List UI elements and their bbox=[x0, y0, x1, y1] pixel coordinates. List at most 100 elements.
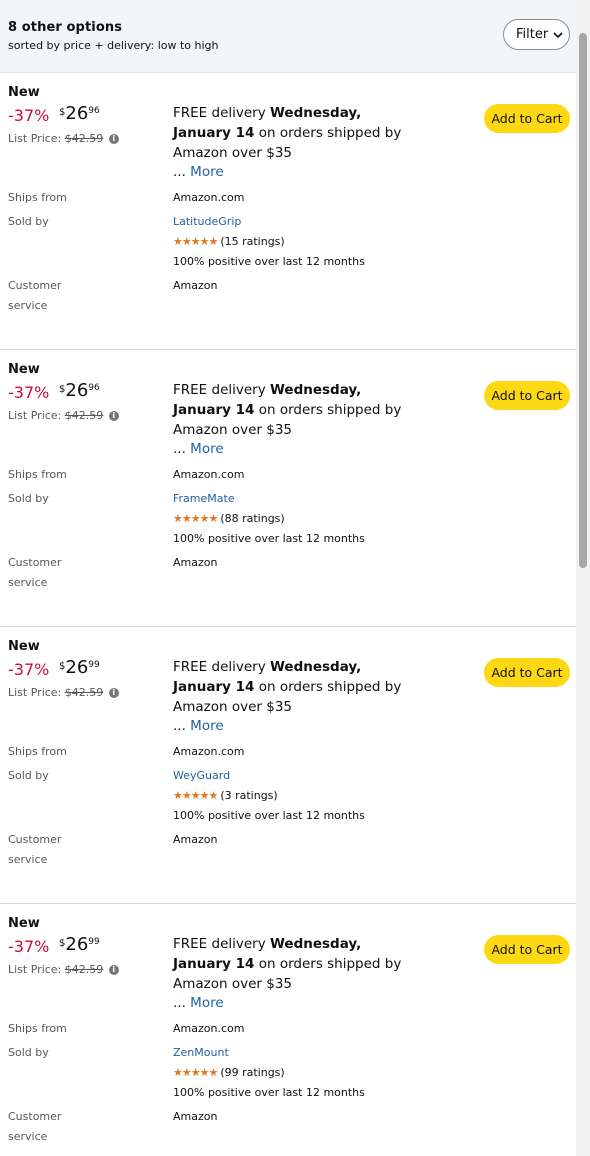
list-price-value: $42.59 bbox=[64, 409, 104, 422]
ships-from-label: Ships from bbox=[8, 468, 67, 481]
more-link[interactable]: More bbox=[190, 164, 223, 180]
list-price-value: $42.59 bbox=[64, 686, 104, 699]
seller-positive-feedback: 100% positive over last 12 months bbox=[173, 532, 365, 545]
discount-percent: -37% bbox=[8, 106, 50, 125]
more-link[interactable]: More bbox=[190, 441, 223, 457]
customer-service-value: Amazon bbox=[173, 556, 218, 569]
customer-service-label-line1: Customer bbox=[8, 556, 62, 569]
delivery-prefix: FREE delivery bbox=[173, 105, 270, 121]
more-prefix: ... bbox=[173, 718, 191, 734]
list-price-value: $42.59 bbox=[64, 132, 104, 145]
offer-condition: New bbox=[8, 916, 40, 931]
list-price: List Price: $42.59 i bbox=[8, 686, 119, 699]
scrollbar-thumb[interactable] bbox=[579, 33, 587, 568]
sold-by-label: Sold by bbox=[8, 215, 49, 228]
list-price: List Price: $42.59 i bbox=[8, 132, 119, 145]
list-price: List Price: $42.59 i bbox=[8, 963, 119, 976]
offers-header: 8 other options sorted by price + delive… bbox=[0, 0, 576, 73]
seller-rating[interactable]: ★★★★★ (3 ratings) bbox=[173, 789, 278, 802]
delivery-message: FREE delivery Wednesday, January 14 on o… bbox=[173, 380, 413, 440]
offer-price: $ 26 96 bbox=[59, 104, 100, 124]
customer-service-label-line2: service bbox=[8, 1130, 48, 1143]
price-whole: 26 bbox=[65, 657, 89, 678]
ships-from-label: Ships from bbox=[8, 1022, 67, 1035]
more-prefix: ... bbox=[173, 441, 191, 457]
more-prefix: ... bbox=[173, 164, 191, 180]
price-fraction: 96 bbox=[88, 383, 100, 393]
price-fraction: 99 bbox=[88, 660, 100, 670]
discount-percent: -37% bbox=[8, 660, 50, 679]
sort-description: sorted by price + delivery: low to high bbox=[8, 39, 219, 52]
discount-percent: -37% bbox=[8, 937, 50, 956]
seller-link[interactable]: FrameMate bbox=[173, 492, 235, 505]
seller-positive-feedback: 100% positive over last 12 months bbox=[173, 809, 365, 822]
delivery-prefix: FREE delivery bbox=[173, 659, 270, 675]
customer-service-value: Amazon bbox=[173, 279, 218, 292]
more-link[interactable]: More bbox=[190, 718, 223, 734]
offer-price: $ 26 99 bbox=[59, 935, 100, 955]
seller-rating[interactable]: ★★★★★ (88 ratings) bbox=[173, 512, 285, 525]
seller-positive-feedback: 100% positive over last 12 months bbox=[173, 255, 365, 268]
more-delivery: ... More bbox=[173, 995, 224, 1011]
scrollbar[interactable] bbox=[576, 0, 590, 1156]
info-icon[interactable]: i bbox=[108, 688, 119, 698]
seller-link[interactable]: ZenMount bbox=[173, 1046, 229, 1059]
rating-count: (88 ratings) bbox=[220, 512, 285, 525]
customer-service-label-line1: Customer bbox=[8, 833, 62, 846]
offer-card: New -37% $ 26 99 List Price: $42.59 i FR… bbox=[0, 627, 576, 904]
customer-service-label-line2: service bbox=[8, 853, 48, 866]
list-price-label: List Price: bbox=[8, 686, 62, 699]
sold-by-label: Sold by bbox=[8, 1046, 49, 1059]
ships-from-value: Amazon.com bbox=[173, 745, 245, 758]
customer-service-value: Amazon bbox=[173, 833, 218, 846]
star-rating-icon: ★★★★★ bbox=[173, 1066, 218, 1079]
offer-card: New -37% $ 26 99 List Price: $42.59 i FR… bbox=[0, 904, 576, 1156]
ships-from-label: Ships from bbox=[8, 191, 67, 204]
delivery-message: FREE delivery Wednesday, January 14 on o… bbox=[173, 934, 413, 994]
sold-by-label: Sold by bbox=[8, 769, 49, 782]
delivery-message: FREE delivery Wednesday, January 14 on o… bbox=[173, 657, 413, 717]
more-prefix: ... bbox=[173, 995, 191, 1011]
price-fraction: 99 bbox=[88, 937, 100, 947]
seller-rating[interactable]: ★★★★★ (99 ratings) bbox=[173, 1066, 285, 1079]
seller-positive-feedback: 100% positive over last 12 months bbox=[173, 1086, 365, 1099]
more-link[interactable]: More bbox=[190, 995, 223, 1011]
star-rating-icon: ★★★★★ bbox=[173, 512, 218, 525]
add-to-cart-button[interactable]: Add to Cart bbox=[484, 658, 570, 687]
ships-from-label: Ships from bbox=[8, 745, 67, 758]
list-price-label: List Price: bbox=[8, 963, 62, 976]
price-whole: 26 bbox=[65, 103, 89, 124]
delivery-prefix: FREE delivery bbox=[173, 936, 270, 952]
offer-price: $ 26 99 bbox=[59, 658, 100, 678]
list-price-label: List Price: bbox=[8, 132, 62, 145]
price-whole: 26 bbox=[65, 380, 89, 401]
add-to-cart-button[interactable]: Add to Cart bbox=[484, 935, 570, 964]
more-delivery: ... More bbox=[173, 164, 224, 180]
customer-service-label-line1: Customer bbox=[8, 1110, 62, 1123]
filter-button[interactable]: Filter bbox=[503, 19, 570, 50]
info-icon[interactable]: i bbox=[108, 411, 119, 421]
offer-card: New -37% $ 26 96 List Price: $42.59 i FR… bbox=[0, 73, 576, 350]
seller-rating[interactable]: ★★★★★ (15 ratings) bbox=[173, 235, 285, 248]
star-rating-icon: ★★★★★ bbox=[173, 789, 218, 802]
sold-by-label: Sold by bbox=[8, 492, 49, 505]
discount-percent: -37% bbox=[8, 383, 50, 402]
offers-panel: 8 other options sorted by price + delive… bbox=[0, 0, 576, 1156]
add-to-cart-button[interactable]: Add to Cart bbox=[484, 104, 570, 133]
list-price: List Price: $42.59 i bbox=[8, 409, 119, 422]
offer-condition: New bbox=[8, 85, 40, 100]
offer-price: $ 26 96 bbox=[59, 381, 100, 401]
offer-condition: New bbox=[8, 639, 40, 654]
seller-link[interactable]: WeyGuard bbox=[173, 769, 230, 782]
customer-service-value: Amazon bbox=[173, 1110, 218, 1123]
seller-link[interactable]: LatitudeGrip bbox=[173, 215, 241, 228]
list-price-value: $42.59 bbox=[64, 963, 104, 976]
add-to-cart-button[interactable]: Add to Cart bbox=[484, 381, 570, 410]
customer-service-label-line2: service bbox=[8, 299, 48, 312]
rating-count: (3 ratings) bbox=[220, 789, 278, 802]
ships-from-value: Amazon.com bbox=[173, 191, 245, 204]
info-icon[interactable]: i bbox=[108, 965, 119, 975]
info-icon[interactable]: i bbox=[108, 134, 119, 144]
star-rating-icon: ★★★★★ bbox=[173, 235, 218, 248]
price-whole: 26 bbox=[65, 934, 89, 955]
